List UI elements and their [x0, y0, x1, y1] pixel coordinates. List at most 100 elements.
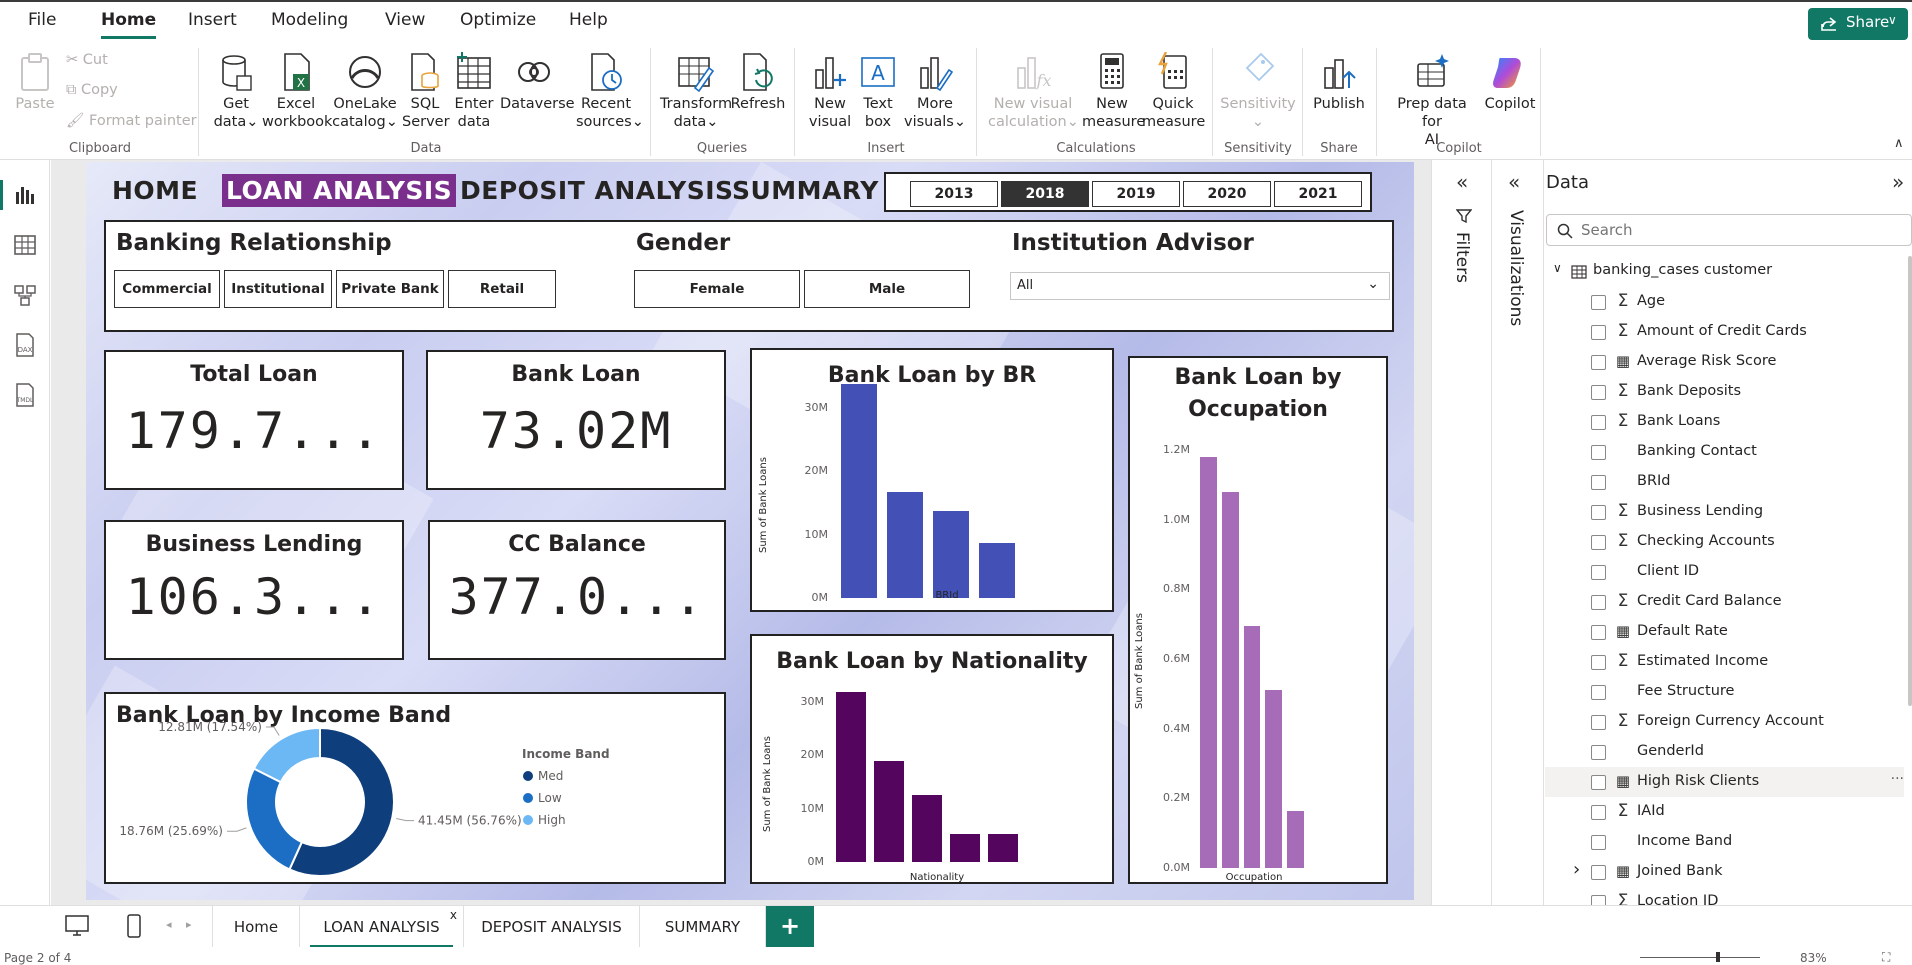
field-checkbox[interactable]	[1591, 745, 1606, 760]
page-tab-home[interactable]: Home	[212, 906, 300, 948]
nav-loan-analysis[interactable]: LOAN ANALYSIS	[222, 174, 457, 207]
year-2019-button[interactable]: 2019	[1092, 181, 1180, 207]
field-checkbox[interactable]	[1591, 475, 1606, 490]
br-retail-button[interactable]: Retail	[448, 270, 556, 308]
legend-item[interactable]: High	[538, 813, 566, 827]
br-commercial-button[interactable]: Commercial	[114, 270, 220, 308]
field-item[interactable]: GenderId	[1545, 737, 1904, 767]
menu-insert[interactable]: Insert	[188, 10, 237, 30]
nav-home[interactable]: HOME	[108, 174, 202, 207]
chevron-down-icon[interactable]: ∨	[1553, 261, 1562, 275]
chevron-right-icon[interactable]: ›	[1573, 859, 1580, 880]
prev-page-icon[interactable]: ◂	[166, 918, 172, 931]
year-2013-button[interactable]: 2013	[910, 181, 998, 207]
field-item[interactable]: Client ID	[1545, 557, 1904, 587]
gender-male-button[interactable]: Male	[804, 270, 970, 308]
bar[interactable]	[841, 383, 877, 598]
field-item[interactable]: ▦ Average Risk Score	[1545, 347, 1904, 377]
collapse-ribbon-icon[interactable]: ∧	[1894, 136, 1904, 151]
field-checkbox[interactable]	[1591, 625, 1606, 640]
text-box-button[interactable]: A Text box	[856, 52, 900, 131]
field-checkbox[interactable]	[1591, 655, 1606, 670]
onelake-catalog-button[interactable]: OneLake catalog⌄	[332, 52, 398, 131]
bar[interactable]	[1200, 456, 1218, 868]
field-checkbox[interactable]	[1591, 715, 1606, 730]
field-checkbox[interactable]	[1591, 595, 1606, 610]
bar[interactable]	[1286, 810, 1304, 868]
tmdl-view-icon[interactable]: TMDL	[12, 382, 38, 408]
field-item[interactable]: Σ Bank Deposits	[1545, 377, 1904, 407]
expand-chevrons-icon[interactable]: «	[1508, 170, 1520, 194]
field-checkbox[interactable]	[1591, 535, 1606, 550]
transform-data-button[interactable]: Transform data⌄	[658, 52, 734, 131]
publish-button[interactable]: Publish	[1306, 52, 1372, 113]
dataverse-button[interactable]: Dataverse	[500, 52, 575, 113]
field-checkbox[interactable]	[1591, 565, 1606, 580]
fit-to-page-icon[interactable]: ⛶	[1882, 950, 1890, 965]
field-checkbox[interactable]	[1591, 775, 1606, 790]
br-private-bank-button[interactable]: Private Bank	[336, 270, 444, 308]
data-search-box[interactable]	[1546, 214, 1912, 246]
cut-button[interactable]: ✂ Cut	[66, 52, 108, 68]
mobile-layout-icon[interactable]	[126, 913, 142, 939]
nav-deposit-analysis[interactable]: DEPOSIT ANALYSIS	[456, 174, 738, 207]
field-checkbox[interactable]	[1591, 385, 1606, 400]
field-item[interactable]: Σ Foreign Currency Account	[1545, 707, 1904, 737]
br-institutional-button[interactable]: Institutional	[224, 270, 332, 308]
format-painter-button[interactable]: 🖌 Format painter	[66, 112, 197, 129]
zoom-slider[interactable]	[1640, 957, 1760, 958]
field-checkbox[interactable]	[1591, 415, 1606, 430]
bar[interactable]	[1265, 690, 1283, 868]
field-item[interactable]: Σ Amount of Credit Cards	[1545, 317, 1904, 347]
enter-data-button[interactable]: Enter data	[450, 52, 498, 131]
dax-query-view-icon[interactable]: DAX	[12, 332, 38, 358]
bar[interactable]	[887, 491, 923, 598]
report-view-icon[interactable]	[12, 182, 38, 208]
field-item[interactable]: ▦ High Risk Clients ···	[1545, 767, 1904, 797]
new-visual-button[interactable]: New visual	[804, 52, 856, 131]
desktop-layout-icon[interactable]	[64, 914, 90, 938]
menu-optimize[interactable]: Optimize	[460, 10, 536, 30]
excel-workbook-button[interactable]: X Excel workbook	[262, 52, 332, 131]
field-item[interactable]: Income Band	[1545, 827, 1904, 857]
field-item[interactable]: Σ Bank Loans	[1545, 407, 1904, 437]
scrollbar[interactable]	[1908, 256, 1912, 706]
year-2020-button[interactable]: 2020	[1183, 181, 1271, 207]
quick-measure-button[interactable]: Quick measure	[1142, 52, 1205, 131]
get-data-button[interactable]: Get data⌄	[206, 52, 266, 131]
legend-item[interactable]: Low	[538, 791, 562, 805]
bar[interactable]	[933, 510, 969, 598]
field-item[interactable]: Banking Contact	[1545, 437, 1904, 467]
bar[interactable]	[912, 794, 942, 862]
table-view-icon[interactable]	[12, 232, 38, 258]
table-node[interactable]: ∨ banking_cases customer	[1545, 258, 1904, 286]
field-item[interactable]: Σ Credit Card Balance	[1545, 587, 1904, 617]
page-tab-summary[interactable]: SUMMARY	[640, 906, 766, 948]
sensitivity-button[interactable]: Sensitivity ⌄	[1218, 52, 1298, 131]
donut-slice[interactable]	[252, 726, 321, 784]
close-tab-icon[interactable]: x	[450, 894, 457, 936]
field-item[interactable]: Σ Age	[1545, 287, 1904, 317]
new-visual-calculation-button[interactable]: fx New visual calculation⌄	[988, 52, 1079, 131]
field-checkbox[interactable]	[1591, 805, 1606, 820]
menu-help[interactable]: Help	[569, 10, 608, 30]
sql-server-button[interactable]: SQL Server	[402, 52, 450, 131]
new-measure-button[interactable]: New measure	[1082, 52, 1145, 131]
year-2018-button[interactable]: 2018	[1001, 181, 1089, 207]
field-item[interactable]: ▦ Default Rate	[1545, 617, 1904, 647]
copilot-button[interactable]: Copilot	[1478, 52, 1542, 113]
filters-pane-collapsed[interactable]: « Filters	[1431, 160, 1491, 905]
paste-button[interactable]: Paste	[14, 52, 56, 113]
copy-button[interactable]: ⧉ Copy	[66, 82, 118, 98]
prep-data-for-ai-button[interactable]: Prep data for AI	[1386, 52, 1478, 149]
refresh-button[interactable]: Refresh	[730, 52, 786, 113]
field-item[interactable]: Σ Checking Accounts	[1545, 527, 1904, 557]
gender-female-button[interactable]: Female	[634, 270, 800, 308]
bar[interactable]	[1221, 491, 1239, 868]
field-checkbox[interactable]	[1591, 685, 1606, 700]
bar[interactable]	[1243, 625, 1261, 868]
add-page-button[interactable]: +	[766, 906, 814, 948]
share-button[interactable]: Share ∨	[1808, 8, 1908, 40]
field-checkbox[interactable]	[1591, 865, 1606, 880]
field-checkbox[interactable]	[1591, 505, 1606, 520]
